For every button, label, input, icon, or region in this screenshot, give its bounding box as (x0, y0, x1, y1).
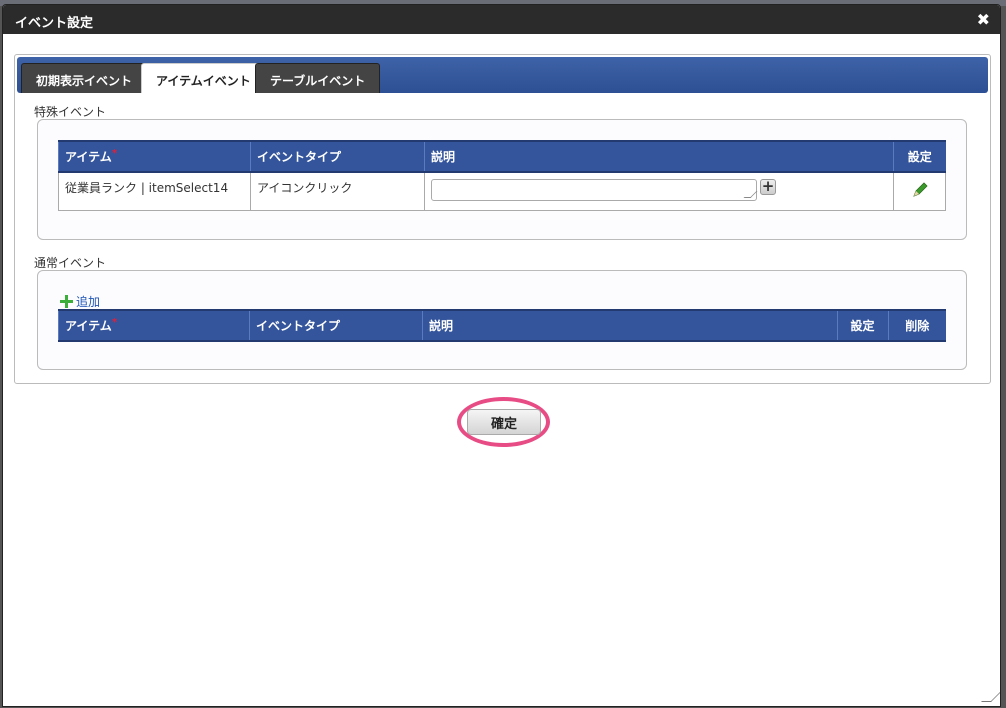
dialog-title: イベント設定 (15, 16, 94, 31)
cell-item: 従業員ランク | itemSelect14 (58, 171, 251, 211)
special-event-table: アイテム* イベントタイプ 説明 設定 従業員ランク | itemSelect1… (58, 140, 946, 211)
dialog-titlebar[interactable]: イベント設定 ✖ (3, 5, 1000, 34)
col-event-type: イベントタイプ (249, 309, 423, 342)
normal-event-table: アイテム* イベントタイプ 説明 設定 削除 (58, 309, 946, 342)
col-settings: 設定 (836, 309, 888, 342)
add-label: 追加 (76, 295, 101, 309)
col-item: アイテム* (58, 140, 251, 173)
tab-item-event[interactable]: アイテムイベント (141, 63, 266, 93)
normal-event-label: 通常イベント (34, 256, 107, 270)
col-item: アイテム* (58, 309, 250, 342)
tab-table-event[interactable]: テーブルイベント (255, 63, 381, 93)
tab-initial-display-event[interactable]: 初期表示イベント (21, 63, 148, 93)
expand-plus-button[interactable]: + (760, 179, 776, 195)
close-icon[interactable]: ✖ (977, 10, 990, 29)
table-row: 従業員ランク | itemSelect14 アイコンクリック + (58, 171, 946, 211)
add-button[interactable]: 追加 (60, 293, 100, 310)
normal-event-fieldset: 追加 アイテム* イベントタイプ 説明 設定 削除 (37, 270, 967, 370)
table-header-row: アイテム* イベントタイプ 説明 設定 削除 (58, 309, 946, 342)
confirm-button[interactable]: 確定 (467, 409, 541, 435)
col-description: 説明 (424, 140, 894, 173)
event-settings-dialog: イベント設定 ✖ 初期表示イベント アイテムイベント テーブルイベント 特殊イベ… (2, 4, 1001, 707)
cell-description: + (424, 171, 894, 211)
col-delete: 削除 (887, 309, 946, 342)
col-event-type: イベントタイプ (250, 140, 425, 173)
description-textarea[interactable] (431, 179, 757, 201)
table-header-row: アイテム* イベントタイプ 説明 設定 (58, 140, 946, 173)
resize-handle[interactable] (981, 692, 1000, 702)
special-event-label: 特殊イベント (34, 105, 107, 119)
tab-container: 初期表示イベント アイテムイベント テーブルイベント 特殊イベント アイテム* … (14, 54, 991, 384)
special-event-fieldset: アイテム* イベントタイプ 説明 設定 従業員ランク | itemSelect1… (37, 119, 967, 240)
col-settings: 設定 (893, 140, 946, 173)
cell-settings (893, 171, 946, 211)
pencil-icon[interactable] (911, 181, 929, 199)
col-description: 説明 (422, 309, 837, 342)
tab-bar: 初期表示イベント アイテムイベント テーブルイベント (17, 57, 988, 93)
cell-event-type: アイコンクリック (250, 171, 425, 211)
plus-icon (60, 295, 73, 308)
confirm-highlight: 確定 (457, 397, 550, 447)
